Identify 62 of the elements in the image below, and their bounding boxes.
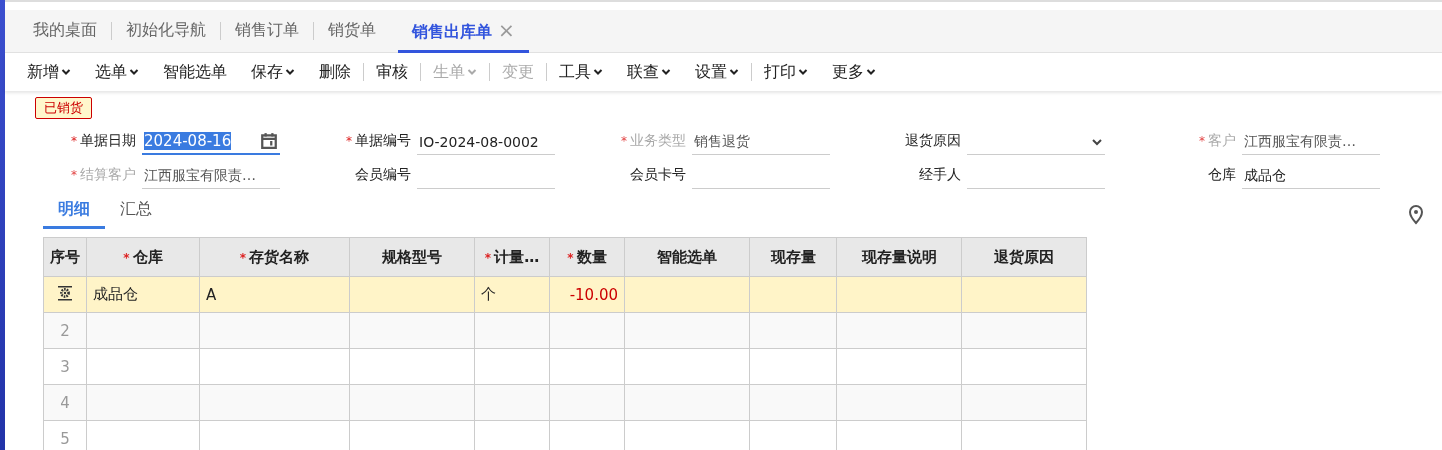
toolbar-button[interactable]: 更多 (820, 61, 888, 83)
column-header: 现存量说明 (836, 237, 962, 277)
table-cell: 2 (43, 312, 87, 349)
status-badge: 已销货 (35, 97, 92, 119)
calendar-icon[interactable] (260, 132, 278, 150)
table-cell: A (199, 276, 350, 313)
field-label: 经手人 (919, 166, 961, 184)
field-label: * 结算客户 (71, 166, 136, 184)
column-header: 规格型号 (349, 237, 475, 277)
caret-icon (129, 67, 139, 77)
tab[interactable]: 明细 (43, 195, 105, 229)
caret-icon (798, 67, 808, 77)
tab[interactable]: 销售订单 (221, 9, 313, 53)
column-header: * 存货名称 (199, 237, 350, 277)
field-label: 会员卡号 (630, 166, 686, 184)
toolbar-button[interactable]: 工具 (547, 61, 615, 83)
column-header: * 仓库 (86, 237, 200, 277)
toolbar-button[interactable]: 联查 (615, 61, 683, 83)
field-label: 会员编号 (355, 166, 411, 184)
caret-icon (593, 67, 603, 77)
input-field[interactable]: IO-2024-08-0002 (417, 129, 555, 155)
field-label: 仓库 (1208, 166, 1236, 184)
toolbar-button[interactable]: 设置 (683, 63, 752, 81)
gear-icon[interactable] (57, 284, 73, 301)
column-header: * 数量 (549, 237, 625, 277)
field-label: 退货原因 (905, 132, 961, 150)
table-cell: 4 (43, 384, 87, 421)
tab[interactable]: 销货单 (314, 9, 390, 53)
column-header: 序号 (43, 237, 87, 277)
toolbar-button[interactable]: 审核 (364, 63, 421, 81)
field-label: * 单据日期 (71, 132, 136, 150)
field-label: * 业务类型 (621, 132, 686, 150)
column-header: 现存量 (749, 237, 837, 277)
table-cell: 个 (474, 276, 550, 313)
column-header: 退货原因 (961, 237, 1087, 277)
field-label: * 单据编号 (346, 132, 411, 150)
column-header: 智能选单 (624, 237, 750, 277)
input-field[interactable]: 成品仓 (1242, 163, 1380, 189)
location-pin-icon[interactable] (1408, 205, 1424, 225)
table-cell: 3 (43, 348, 87, 385)
table-cell: 成品仓 (86, 276, 200, 313)
caret-icon (61, 67, 71, 77)
caret-icon (661, 67, 671, 77)
table-cell: -10.00 (549, 276, 625, 313)
caret-icon (285, 67, 295, 77)
toolbar-button[interactable]: 新增 (15, 61, 83, 83)
table-cell: 5 (43, 420, 87, 450)
caret-icon (866, 67, 876, 77)
tab[interactable]: 我的桌面 (19, 9, 111, 53)
caret-icon (467, 67, 477, 77)
toolbar-button[interactable]: 删除 (307, 63, 364, 81)
tab[interactable]: 汇总 (105, 195, 167, 229)
toolbar-button[interactable]: 打印 (752, 61, 820, 83)
field-label: * 客户 (1199, 132, 1236, 150)
toolbar-button[interactable]: 智能选单 (151, 61, 239, 83)
date-field[interactable]: 2024-08-16 (142, 129, 280, 155)
toolbar-button[interactable]: 保存 (239, 61, 307, 83)
tab[interactable]: 初始化导航 (112, 9, 220, 53)
toolbar-button[interactable]: 选单 (83, 61, 151, 83)
column-header: * 计量… (474, 237, 550, 277)
caret-icon (729, 67, 739, 77)
tab[interactable]: 销售出库单 × (398, 9, 529, 53)
